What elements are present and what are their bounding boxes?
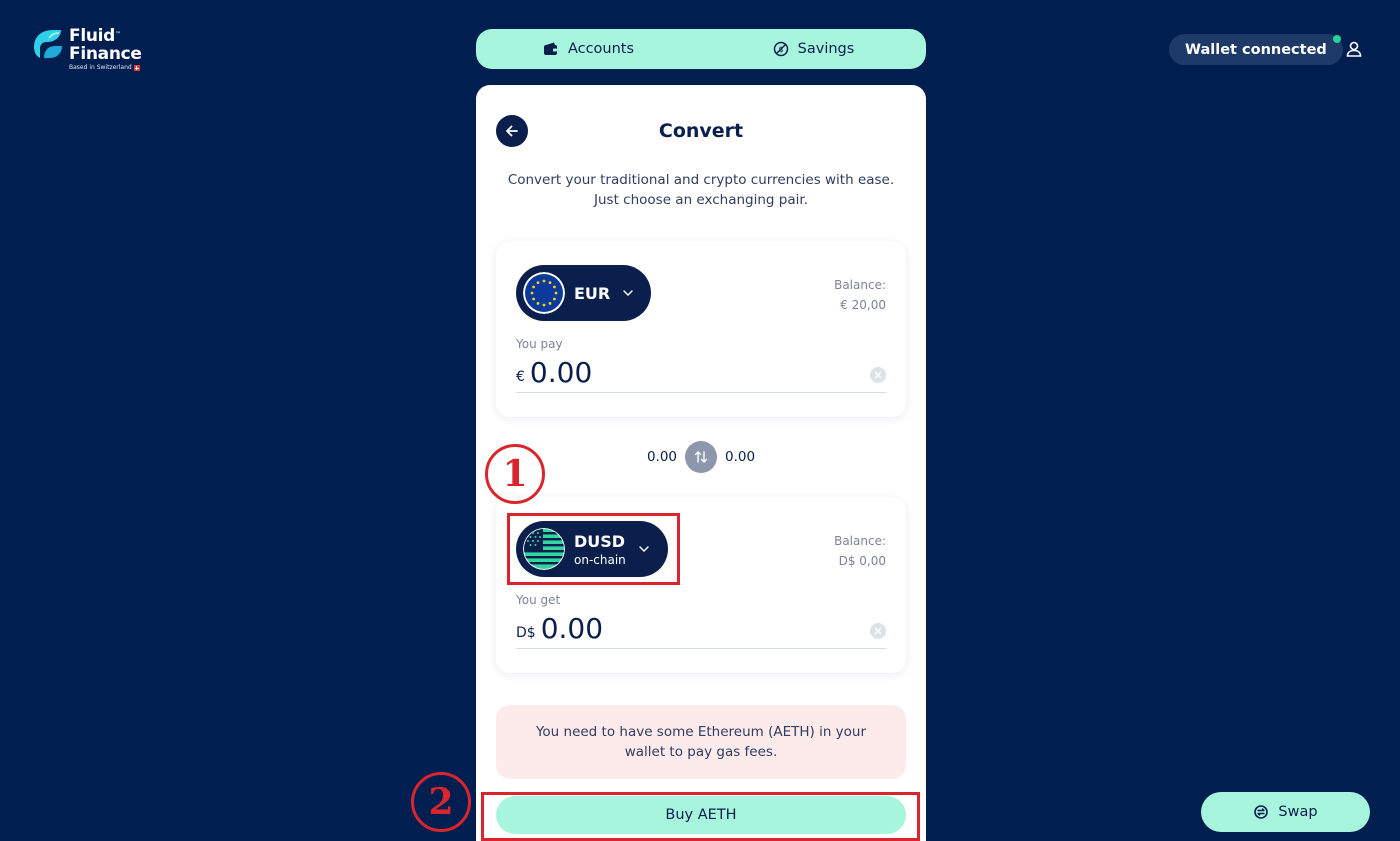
pay-currency-select[interactable]: EUR — [516, 265, 651, 321]
clear-pay-amount-button[interactable] — [870, 367, 886, 383]
brand-logo[interactable]: Fluid™ Finance Based in Switzerland — [31, 27, 142, 72]
rate-to-value: 0.00 — [725, 449, 756, 465]
pay-balance-value: € 20,00 — [840, 298, 886, 312]
brand-line1: Fluid — [69, 26, 116, 46]
pay-balance: Balance: € 20,00 — [834, 275, 886, 315]
tab-accounts-label: Accounts — [567, 41, 635, 57]
gas-fee-warning-line1: You need to have some Ethereum (AETH) in… — [535, 724, 867, 740]
pay-panel: EUR Balance: € 20,00 You pay € 0.00 — [496, 241, 906, 417]
brand-line2: Finance — [69, 44, 142, 64]
swap-direction-button[interactable] — [685, 441, 717, 473]
clear-get-amount-button[interactable] — [870, 623, 886, 639]
convert-description-line1: Convert your traditional and crypto curr… — [507, 172, 895, 188]
fluid-finance-logo-icon — [34, 30, 62, 58]
close-icon — [874, 371, 882, 379]
pay-amount-input[interactable]: € 0.00 — [516, 355, 886, 393]
convert-description-line2: Just choose an exchanging pair. — [594, 192, 808, 208]
swap-button[interactable]: Swap — [1201, 792, 1370, 832]
close-icon — [874, 627, 882, 635]
tab-savings-label: Savings — [797, 41, 855, 57]
eu-flag-icon — [523, 272, 565, 314]
pay-currency-code: EUR — [574, 283, 611, 303]
gas-fee-warning-line2: wallet to pay gas fees. — [624, 744, 778, 760]
brand-wordmark: Fluid™ Finance Based in Switzerland — [69, 27, 142, 72]
pay-balance-label: Balance: — [834, 278, 886, 292]
get-amount-label: You get — [516, 593, 561, 607]
brand-tm: ™ — [115, 31, 121, 38]
get-balance-label: Balance: — [834, 534, 886, 548]
rate-from-value: 0.00 — [646, 449, 677, 465]
wallet-icon — [543, 42, 557, 55]
get-balance: Balance: D$ 0,00 — [834, 531, 886, 571]
swap-vertical-icon — [694, 451, 708, 463]
swap-icon — [1254, 805, 1269, 819]
main-nav: Accounts $ Savings — [476, 29, 926, 69]
get-amount-value[interactable]: 0.00 — [541, 613, 603, 645]
brand-tagline: Based in Switzerland — [69, 64, 132, 71]
chevron-down-icon — [623, 290, 633, 296]
savings-icon: $ — [773, 41, 788, 57]
convert-description: Convert your traditional and crypto curr… — [496, 170, 906, 210]
pay-currency-symbol: € — [516, 369, 525, 385]
annotation-marker-2: 2 — [411, 772, 471, 832]
tab-accounts[interactable]: Accounts — [476, 29, 701, 69]
user-icon[interactable] — [1345, 40, 1363, 58]
convert-card: Convert Convert your traditional and cry… — [476, 85, 926, 841]
wallet-connected-button[interactable]: Wallet connected — [1169, 34, 1343, 65]
swiss-flag-icon — [133, 65, 140, 71]
pay-amount-label: You pay — [516, 337, 563, 351]
annotation-marker-1: 1 — [485, 444, 545, 504]
annotation-highlight-buy — [481, 792, 920, 841]
svg-text:$: $ — [778, 45, 783, 54]
get-amount-input[interactable]: D$ 0.00 — [516, 611, 886, 649]
page-title: Convert — [658, 120, 744, 142]
pay-amount-value[interactable]: 0.00 — [530, 357, 592, 389]
get-balance-value: D$ 0,00 — [838, 554, 886, 568]
annotation-highlight-currency — [507, 513, 680, 585]
gas-fee-warning: You need to have some Ethereum (AETH) in… — [496, 705, 906, 779]
swap-button-label: Swap — [1278, 804, 1318, 820]
get-currency-symbol: D$ — [516, 625, 536, 641]
tab-savings[interactable]: $ Savings — [701, 29, 926, 69]
wallet-status-dot — [1332, 35, 1341, 43]
wallet-status-label: Wallet connected — [1185, 41, 1327, 58]
